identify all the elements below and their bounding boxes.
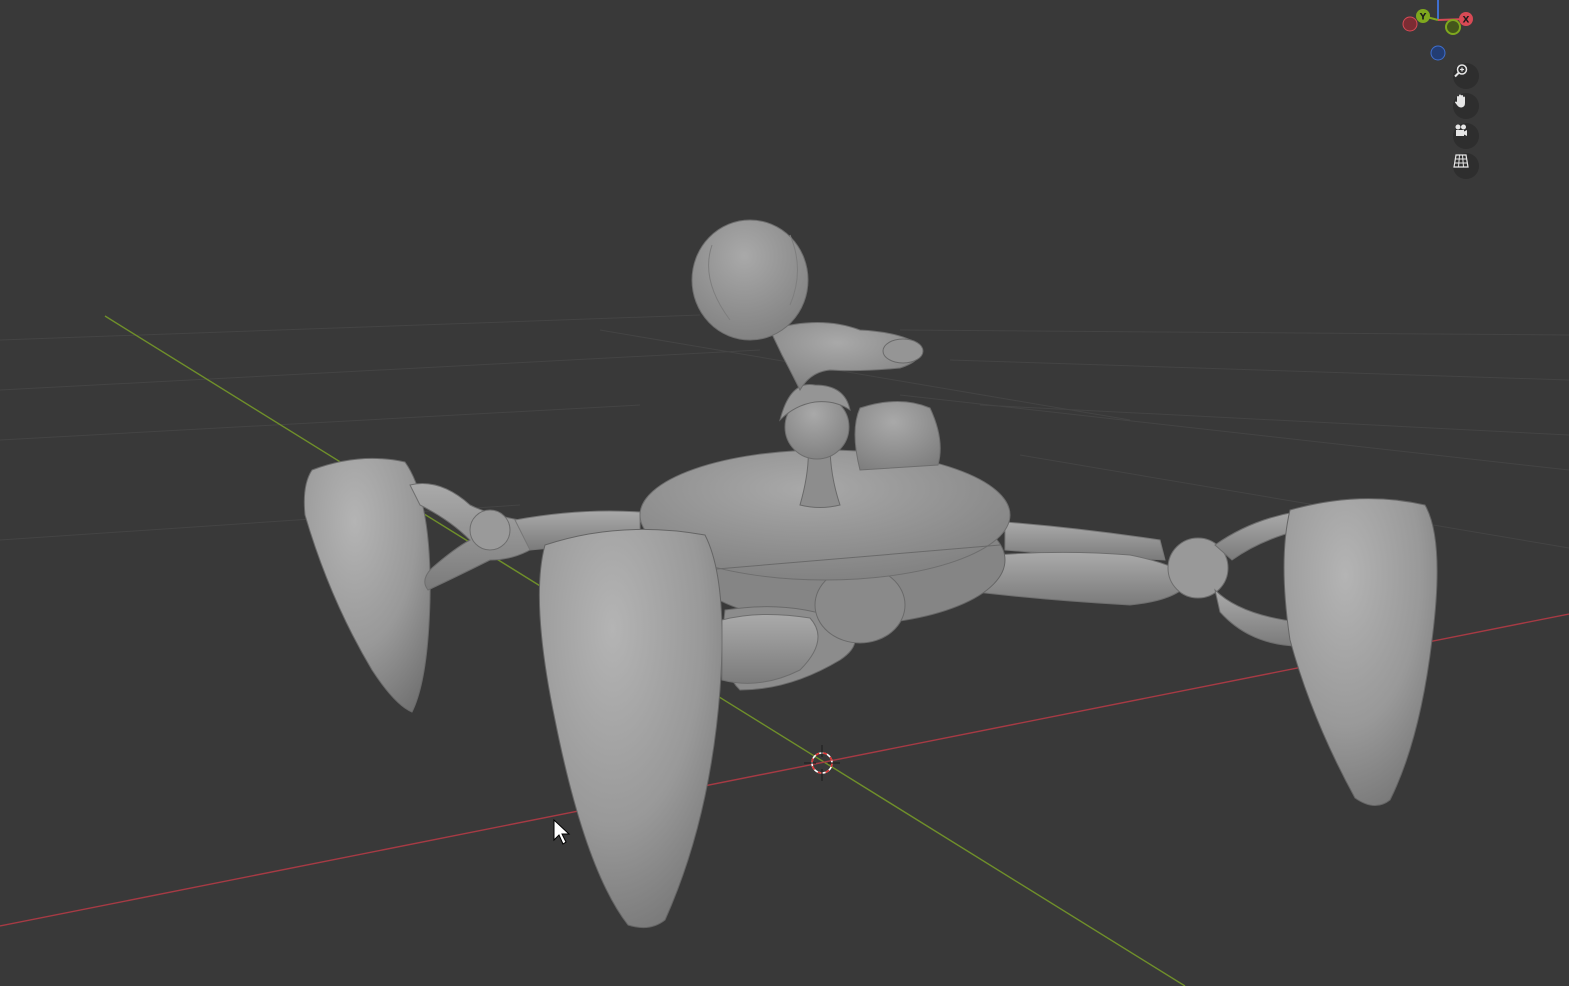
gizmo-neg-y [1445,19,1461,35]
leg-right [1283,498,1438,806]
pan-button[interactable] [1453,93,1479,119]
grid-icon [1453,154,1469,168]
head-nozzle [882,338,924,364]
robot-mesh[interactable] [303,219,1438,929]
hand-icon [1455,94,1465,108]
gizmo-x-label: X [1463,16,1470,26]
joint-back-left [469,509,511,551]
gizmo-neg-x [1402,16,1418,32]
navigation-gizmo[interactable]: Y X [1395,0,1485,70]
camera-button[interactable] [1453,123,1479,149]
gizmo-neg-z [1430,45,1446,61]
camera-icon [1455,124,1467,136]
mouse-pointer-icon [553,818,571,845]
gizmo-y-label: Y [1419,13,1427,23]
back-pod [854,401,941,471]
leg-back-left [303,457,431,713]
3d-viewport[interactable]: Y X [0,0,1569,986]
viewport-scene [0,219,1569,986]
head-bulb [691,219,809,341]
orthographic-button[interactable] [1453,153,1479,179]
zoom-icon [1454,64,1468,78]
leg-front-left [538,528,723,929]
zoom-button[interactable] [1453,63,1479,89]
